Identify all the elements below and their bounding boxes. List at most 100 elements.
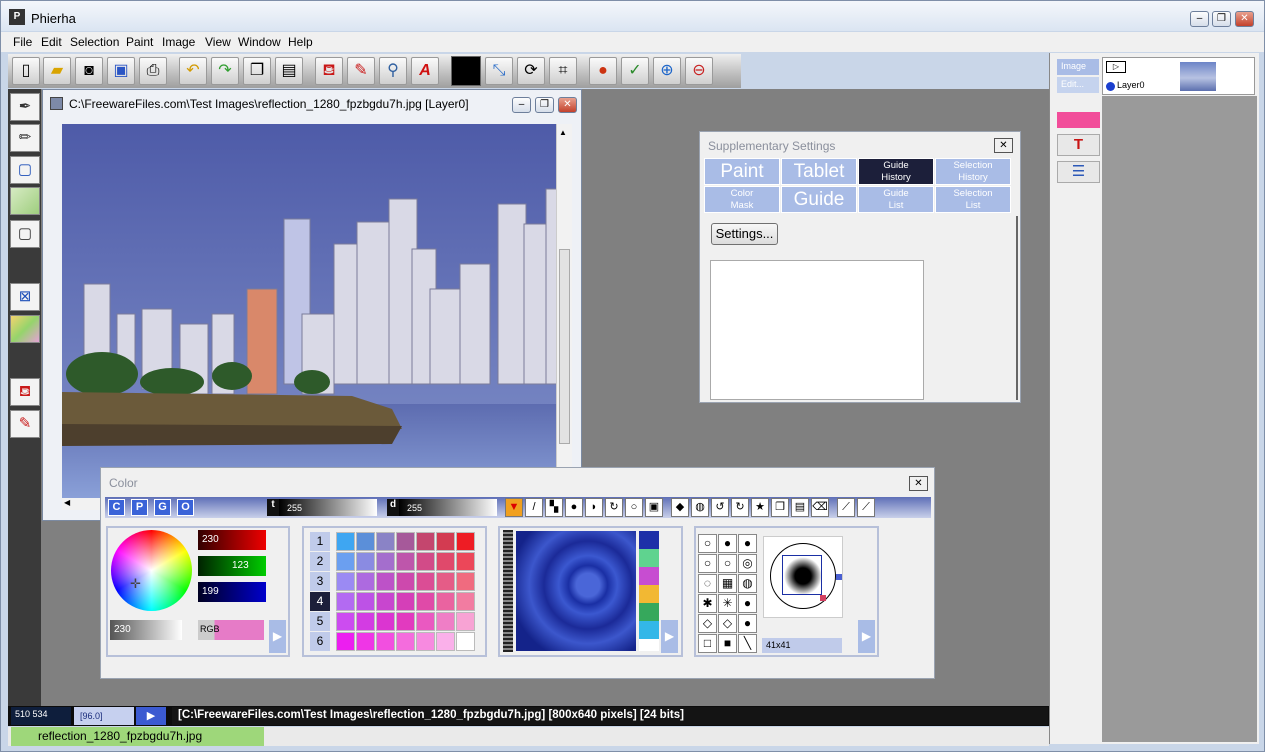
copy-icon[interactable]: ❐ (771, 498, 789, 517)
brush-shape-icon[interactable]: ▦ (718, 574, 737, 593)
swatch-row-number[interactable]: 5 (310, 612, 330, 631)
menu-image[interactable]: Image (162, 35, 195, 49)
menu-paint[interactable]: Paint (126, 35, 153, 49)
zoom-in-icon[interactable]: ⊕ (653, 57, 681, 85)
image-button[interactable]: Image (1057, 59, 1099, 75)
close-button[interactable]: ✕ (1235, 11, 1254, 27)
menu-file[interactable]: File (13, 35, 32, 49)
brush-size-field[interactable]: 41x41 (762, 638, 842, 653)
color-swatch[interactable] (456, 572, 475, 591)
color-mode-o-button[interactable]: O (177, 499, 194, 516)
brush-shape-icon[interactable]: ╲ (738, 634, 757, 653)
color-expand-arrow-icon[interactable]: ▶ (269, 620, 286, 653)
color-swatch[interactable] (416, 592, 435, 611)
scroll-left-arrow-icon[interactable]: ◀ (62, 498, 100, 510)
color-swatch[interactable] (396, 632, 415, 651)
color-swatch[interactable] (376, 572, 395, 591)
checker-icon[interactable]: ▚ (545, 498, 563, 517)
text-layer-icon[interactable]: T (1057, 134, 1100, 156)
grid-circle-icon[interactable]: ◍ (691, 498, 709, 517)
brush-shape-icon[interactable]: ◇ (718, 614, 737, 633)
transparency-icon[interactable] (10, 315, 40, 343)
curve-icon[interactable]: ↻ (605, 498, 623, 517)
green-slider[interactable]: 123 (198, 556, 266, 576)
brush-icon[interactable]: ⟋ (837, 498, 855, 517)
image-close-button[interactable]: ✕ (558, 97, 577, 113)
supp-tab-tablet[interactable]: Tablet (781, 158, 857, 185)
swatch-row-number[interactable]: 2 (310, 552, 330, 571)
clipboard-icon[interactable]: ▤ (275, 57, 303, 85)
redo-icon[interactable]: ↷ (211, 57, 239, 85)
brush-shape-icon[interactable]: ● (718, 534, 737, 553)
color-swatch[interactable] (336, 572, 355, 591)
color-swatch[interactable] (396, 572, 415, 591)
color-wheel[interactable] (111, 530, 192, 611)
swatch-row-number[interactable]: 4 (310, 592, 330, 611)
red-slider[interactable]: 230 (198, 530, 266, 550)
color-swatch[interactable] (436, 612, 455, 631)
color-swatch[interactable] (456, 592, 475, 611)
dot-icon[interactable]: ● (565, 498, 583, 517)
brush-shape-icon[interactable]: ◇ (698, 614, 717, 633)
gray-slider[interactable]: 230 (110, 620, 182, 640)
foreground-color-swatch[interactable] (451, 56, 481, 86)
settings-button[interactable]: Settings... (711, 223, 778, 245)
layer-properties-icon[interactable]: ☰ (1057, 161, 1100, 183)
color-swatch[interactable] (336, 532, 355, 551)
color-swatch[interactable] (336, 592, 355, 611)
save-icon[interactable]: ▣ (107, 57, 135, 85)
minimize-button[interactable]: – (1190, 11, 1209, 27)
texture-preview[interactable] (516, 531, 636, 651)
brush-shape-icon[interactable]: ◎ (738, 554, 757, 573)
layer-visibility-icon[interactable]: ▷ (1106, 61, 1126, 73)
supp-tab-selection-history[interactable]: Selection History (935, 158, 1011, 185)
color-swatch[interactable] (356, 632, 375, 651)
color-swatch[interactable] (396, 532, 415, 551)
color-swatch[interactable] (376, 592, 395, 611)
copy-icon[interactable]: ❐ (243, 57, 271, 85)
texture-slider[interactable] (503, 530, 513, 652)
color-swatch[interactable] (436, 592, 455, 611)
document-tab[interactable]: reflection_1280_fpzbgdu7h.jpg (11, 727, 264, 746)
crop-icon[interactable]: ⌗ (549, 57, 577, 85)
shape-tool-icon[interactable]: ▢ (10, 220, 40, 248)
color-swatch[interactable] (356, 532, 375, 551)
color-mode-p-button[interactable]: P (131, 499, 148, 516)
blue-slider[interactable]: 199 (198, 582, 266, 602)
supp-tab-guide[interactable]: Guide (781, 186, 857, 213)
color-swatch[interactable] (456, 532, 475, 551)
layer-color-swatch[interactable] (1057, 112, 1100, 128)
zoom-out-icon[interactable]: ⊖ (685, 57, 713, 85)
supp-tab-paint[interactable]: Paint (704, 158, 780, 185)
pencil-tool-icon[interactable]: ✏ (10, 124, 40, 152)
color-mode-c-button[interactable]: C (108, 499, 125, 516)
brush-outline-icon[interactable]: ⟋ (857, 498, 875, 517)
resize-icon[interactable]: ⤡ (485, 57, 513, 85)
swatch-row-number[interactable]: 6 (310, 632, 330, 651)
menu-edit[interactable]: Edit (41, 35, 62, 49)
deselect-icon[interactable]: ⊠ (10, 283, 40, 311)
pen-icon[interactable]: / (525, 498, 543, 517)
d-slider[interactable]: 255 (399, 499, 497, 516)
menu-selection[interactable]: Selection (70, 35, 119, 49)
color-swatch[interactable] (356, 572, 375, 591)
undo-icon[interactable]: ↶ (179, 57, 207, 85)
texture-expand-arrow-icon[interactable]: ▶ (661, 620, 678, 653)
zoom-level[interactable]: [96.0] (74, 707, 134, 725)
brush-shape-icon[interactable]: □ (698, 634, 717, 653)
color-swatch[interactable] (436, 552, 455, 571)
color-swatch[interactable] (396, 592, 415, 611)
new-file-icon[interactable]: ▯ (12, 57, 40, 85)
color-swatch[interactable] (336, 612, 355, 631)
scroll-thumb[interactable] (559, 249, 570, 444)
rotate-right-icon[interactable]: ↻ (731, 498, 749, 517)
paint-drop-icon[interactable]: ▼ (505, 498, 523, 517)
menu-window[interactable]: Window (238, 35, 281, 49)
color-swatch[interactable] (396, 552, 415, 571)
camera-icon[interactable]: ◙ (75, 57, 103, 85)
color-swatch[interactable] (416, 632, 435, 651)
color-swatch[interactable] (356, 552, 375, 571)
pen-tool-icon[interactable]: ✒ (10, 93, 40, 121)
text-tool-icon[interactable]: A (411, 57, 439, 85)
layers-icon[interactable]: ▣ (645, 498, 663, 517)
